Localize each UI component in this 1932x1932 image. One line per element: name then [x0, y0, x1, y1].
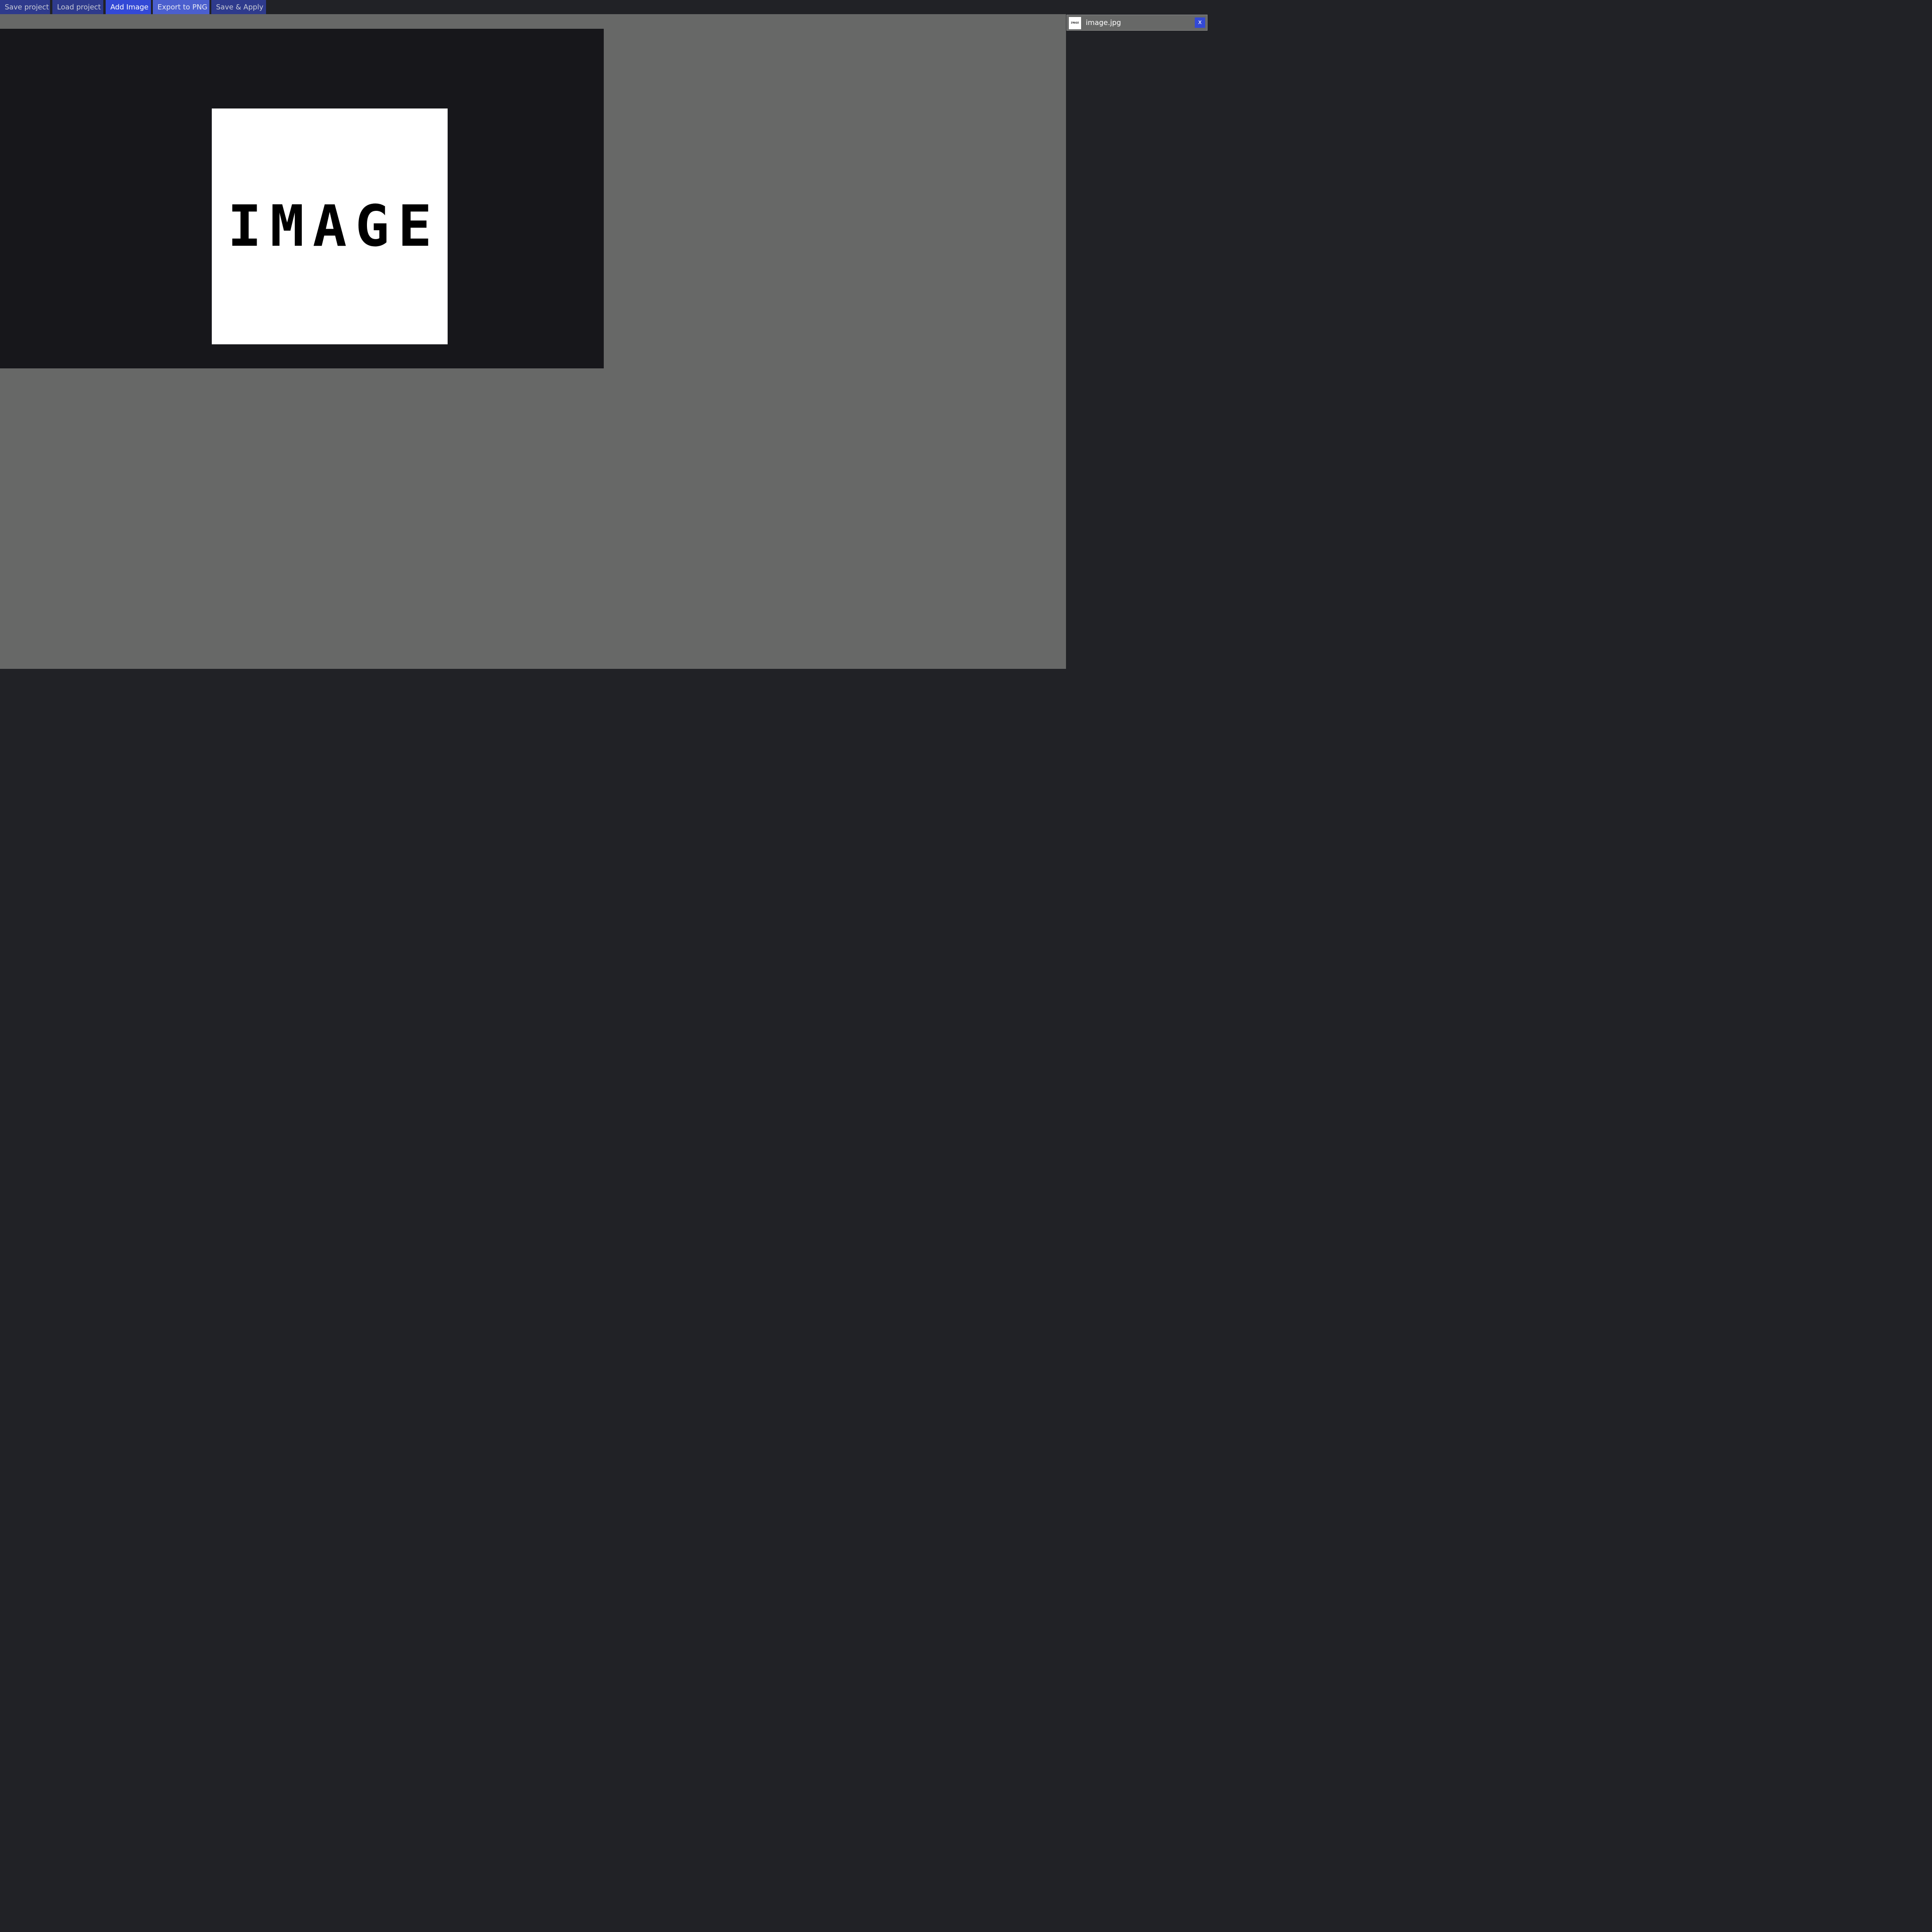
- close-icon[interactable]: x: [1195, 17, 1205, 28]
- add-image-button[interactable]: Add Image: [106, 0, 151, 14]
- load-project-button[interactable]: Load project: [52, 0, 103, 14]
- layer-thumbnail: IMAGE: [1069, 17, 1081, 29]
- layer-item[interactable]: IMAGE image.jpg x: [1066, 15, 1208, 31]
- workspace[interactable]: IMAGE: [0, 14, 1066, 669]
- save-project-button[interactable]: Save project: [0, 0, 50, 14]
- layer-name: image.jpg: [1086, 18, 1121, 27]
- export-png-button[interactable]: Export to PNG: [153, 0, 209, 14]
- canvas[interactable]: IMAGE: [0, 29, 604, 368]
- layers-panel: IMAGE image.jpg x: [1066, 14, 1208, 669]
- image-layer[interactable]: IMAGE: [212, 108, 448, 344]
- image-layer-content: IMAGE: [227, 193, 441, 259]
- toolbar: Save project Load project Add Image Expo…: [0, 0, 1208, 14]
- layer-thumbnail-content: IMAGE: [1071, 22, 1079, 25]
- save-apply-button[interactable]: Save & Apply: [211, 0, 266, 14]
